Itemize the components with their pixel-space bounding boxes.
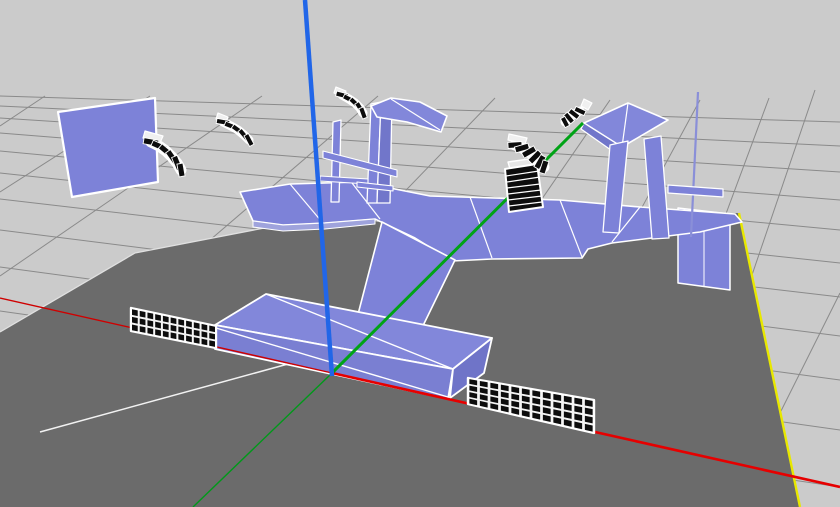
sub-array-left-cell	[132, 317, 138, 324]
sub-array-left-cell	[171, 332, 177, 339]
sub-array-left-cell	[186, 336, 192, 343]
viewport-3d[interactable]	[0, 0, 840, 507]
sub-array-left-cell	[194, 337, 200, 344]
sub-array-left-cell	[178, 334, 184, 341]
sub-array-left-cell	[147, 320, 153, 327]
sub-array-left-cell	[171, 325, 177, 332]
sub-array-left-cell	[132, 309, 138, 316]
sub-array-left-cell	[140, 318, 146, 325]
viewport-canvas[interactable]	[0, 0, 840, 507]
sub-array-left-cell	[202, 339, 208, 346]
sub-array-left-cell	[147, 328, 153, 335]
sub-array-left-cell	[163, 331, 169, 338]
sub-array-left-cell	[209, 340, 215, 347]
sub-array-left-cell	[155, 322, 161, 329]
sub-array-left-cell	[132, 325, 138, 332]
sub-array-left-cell	[140, 326, 146, 333]
sub-array-left-cell	[155, 329, 161, 336]
billboard-screen	[58, 98, 158, 197]
sub-array-left-cell	[163, 323, 169, 330]
